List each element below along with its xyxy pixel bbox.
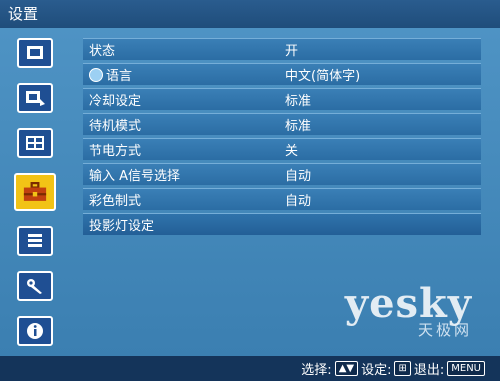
menu-label: 输入 A信号选择 (89, 169, 181, 184)
sidebar-item-setup[interactable] (14, 173, 56, 211)
sidebar-item-image-adjust[interactable] (17, 83, 53, 113)
menu-label: 待机模式 (89, 119, 142, 134)
menu-label: 彩色制式 (89, 194, 142, 209)
sidebar-item-picture[interactable] (17, 38, 53, 68)
menu-value: 自动 (285, 194, 312, 209)
settings-panel: 状态 开 语言 中文(简体字) 冷却设定 标准 待机模式 标准 节电方式 关 输… (0, 28, 500, 356)
menu-row-color-system[interactable]: 彩色制式 自动 (83, 188, 481, 210)
menu-row-input-signal[interactable]: 输入 A信号选择 自动 (83, 163, 481, 185)
menu-label-wrap: 语言 (83, 65, 275, 84)
enter-key-icon: ⊞ (394, 361, 411, 376)
globe-icon (89, 67, 103, 82)
exit-hint-label: 退出: (413, 363, 445, 378)
arrow-keys-icon: ▲▼ (334, 361, 359, 376)
watermark-sub: 天极网 (417, 321, 472, 339)
menu-row-lamp-settings[interactable]: 投影灯设定 (83, 213, 481, 235)
menu-row-power-saving[interactable]: 节电方式 关 (83, 138, 481, 160)
menu-value: 关 (285, 144, 299, 159)
screen-icon (26, 136, 44, 150)
info-icon (27, 323, 43, 339)
menu-label: 状态 (89, 44, 116, 59)
menu-value: 自动 (285, 169, 312, 184)
menu-row-language[interactable]: 语言 中文(简体字) (83, 63, 481, 85)
window-title: 设置 (8, 5, 39, 23)
picture-icon (27, 46, 43, 59)
image-adjust-icon (26, 91, 45, 106)
footer-hints: 选择: ▲▼ 设定: ⊞ 退出: MENU (0, 356, 500, 381)
menu-value: 中文(简体字) (285, 69, 361, 84)
menu-value: 开 (285, 44, 299, 59)
menu-row-standby[interactable]: 待机模式 标准 (83, 113, 481, 135)
menu-label: 节电方式 (89, 144, 142, 159)
menu-label: 投影灯设定 (89, 219, 155, 234)
watermark-logo: yesky 天极网 (345, 280, 472, 340)
menu-value: 标准 (285, 119, 312, 134)
toolbox-icon (23, 182, 47, 201)
menu-value: 标准 (285, 94, 312, 109)
sidebar-item-list[interactable] (17, 226, 53, 256)
settings-menu: 状态 开 语言 中文(简体字) 冷却设定 标准 待机模式 标准 节电方式 关 输… (83, 38, 481, 238)
sidebar (14, 38, 56, 361)
menu-label: 冷却设定 (89, 94, 142, 109)
menu-row-status[interactable]: 状态 开 (83, 38, 481, 60)
wrench-icon (27, 279, 42, 294)
menu-label: 语言 (106, 69, 133, 84)
title-bar: 设置 (0, 0, 500, 28)
menu-row-cooling[interactable]: 冷却设定 标准 (83, 88, 481, 110)
set-hint-label: 设定: (361, 363, 392, 378)
select-hint-label: 选择: (301, 363, 332, 378)
sidebar-item-info[interactable] (17, 316, 53, 346)
list-icon (28, 234, 42, 247)
sidebar-item-tools[interactable] (17, 271, 53, 301)
sidebar-item-screen[interactable] (17, 128, 53, 158)
menu-key-badge: MENU (447, 361, 485, 376)
